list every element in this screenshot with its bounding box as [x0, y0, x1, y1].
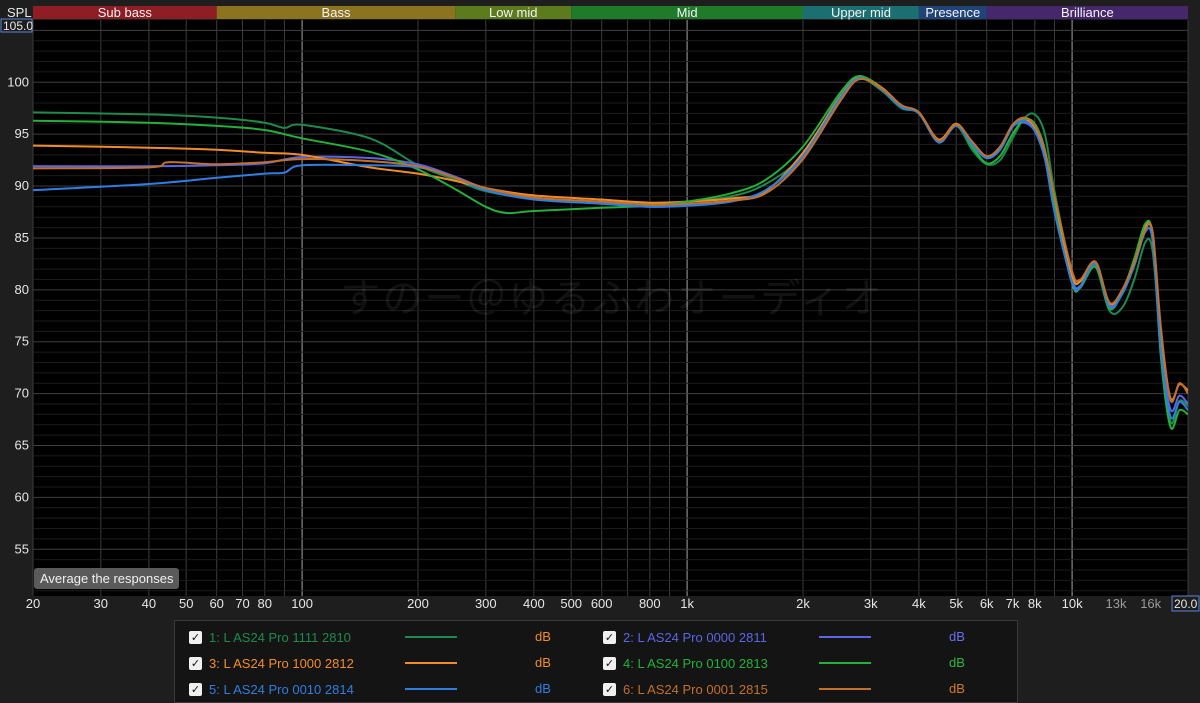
y-tick-100: 100 [7, 74, 29, 89]
watermark: すのー＠ゆるふわオーディオ [340, 277, 883, 321]
x-tick-30: 30 [94, 596, 108, 611]
x-tick-60: 60 [209, 596, 223, 611]
y-axis-top-value[interactable]: 105.0 [0, 18, 33, 33]
frequency-bands: Sub bass Bass Low mid Mid Upper mid Presence B… [33, 5, 1188, 20]
legend-item-6: ✓ 6: L AS24 Pro 0001 2815 dB [603, 679, 1013, 699]
legend-unit-6: dB [949, 681, 965, 696]
legend-swatch-3 [405, 662, 457, 664]
legend-checkbox-2[interactable]: ✓ [603, 630, 616, 644]
frequency-response-chart: Sub bass Bass Low mid Mid Upper mid Presence B… [0, 0, 1200, 616]
x-tick-7k: 7k [1006, 596, 1020, 611]
legend-unit-2: dB [949, 629, 965, 644]
y-tick-90: 90 [15, 178, 29, 193]
legend-item-3: ✓ 3: L AS24 Pro 1000 2812 dB [189, 653, 599, 673]
legend-checkbox-1[interactable]: ✓ [189, 630, 202, 644]
legend-unit-5: dB [535, 681, 551, 696]
legend-swatch-4 [819, 662, 871, 664]
band-label-2: Bass [322, 5, 351, 20]
band-label-6: Presence [925, 5, 980, 20]
x-tick-600: 600 [591, 596, 613, 611]
x-tick-5k: 5k [949, 596, 963, 611]
x-tick-50: 50 [179, 596, 193, 611]
band-label-1: Sub bass [98, 5, 153, 20]
x-tick-800: 800 [639, 596, 661, 611]
y-tick-95: 95 [15, 126, 29, 141]
x-tick-400: 400 [523, 596, 545, 611]
x-tick-20: 20 [26, 596, 40, 611]
legend-swatch-5 [405, 688, 457, 690]
legend-item-5: ✓ 5: L AS24 Pro 0010 2814 dB [189, 679, 599, 699]
x-tick-100: 100 [291, 596, 313, 611]
x-tick-2k: 2k [796, 596, 810, 611]
y-tick-70: 70 [15, 386, 29, 401]
x-tick-4k: 4k [912, 596, 926, 611]
y-axis-top-value-text: 105.0 [3, 19, 33, 33]
legend-checkbox-6[interactable]: ✓ [603, 682, 616, 696]
y-tick-75: 75 [15, 334, 29, 349]
x-tick-10k: 10k [1062, 596, 1083, 611]
y-tick-85: 85 [15, 230, 29, 245]
x-tick-70: 70 [235, 596, 249, 611]
y-tick-65: 65 [15, 438, 29, 453]
y-tick-60: 60 [15, 489, 29, 504]
x-tick-8k: 8k [1028, 596, 1042, 611]
legend-unit-3: dB [535, 655, 551, 670]
legend-unit-4: dB [949, 655, 965, 670]
legend-checkbox-4[interactable]: ✓ [603, 656, 616, 670]
x-tick-40: 40 [142, 596, 156, 611]
x-axis-right-value-text: 20.0 [1174, 597, 1198, 611]
x-tick-300: 300 [475, 596, 497, 611]
y-axis-label: SPL [7, 5, 32, 20]
band-label-5: Upper mid [831, 5, 891, 20]
legend-item-4: ✓ 4: L AS24 Pro 0100 2813 dB [603, 653, 1013, 673]
band-label-7: Brilliance [1061, 5, 1114, 20]
legend-label-5: 5: L AS24 Pro 0010 2814 [209, 681, 354, 697]
legend-unit-1: dB [535, 629, 551, 644]
y-tick-55: 55 [15, 541, 29, 556]
legend-swatch-1 [405, 636, 457, 638]
legend-label-2: 2: L AS24 Pro 0000 2811 [623, 629, 767, 645]
x-tick-3k: 3k [864, 596, 878, 611]
band-label-4: Mid [677, 5, 698, 20]
legend-swatch-2 [819, 636, 871, 638]
x-tick-16k: 16k [1140, 596, 1161, 611]
legend-label-1: 1: L AS24 Pro 1111 2810 [209, 629, 351, 645]
average-responses-button[interactable]: Average the responses [34, 568, 180, 589]
x-tick-500: 500 [560, 596, 582, 611]
legend-swatch-6 [819, 688, 871, 690]
x-tick-80: 80 [258, 596, 272, 611]
legend-checkbox-5[interactable]: ✓ [189, 682, 202, 696]
legend-label-4: 4: L AS24 Pro 0100 2813 [623, 655, 768, 671]
x-tick-200: 200 [407, 596, 429, 611]
legend-item-2: ✓ 2: L AS24 Pro 0000 2811 dB [603, 627, 1013, 647]
legend-label-6: 6: L AS24 Pro 0001 2815 [623, 681, 768, 697]
x-axis-right-value[interactable]: 20.0 [1171, 595, 1200, 612]
legend-checkbox-3[interactable]: ✓ [189, 656, 202, 670]
x-tick-13k: 13k [1105, 596, 1126, 611]
legend-label-3: 3: L AS24 Pro 1000 2812 [209, 655, 354, 671]
band-label-3: Low mid [489, 5, 537, 20]
y-tick-80: 80 [15, 282, 29, 297]
x-tick-6k: 6k [980, 596, 994, 611]
legend-panel: ✓ 1: L AS24 Pro 1111 2810 dB ✓ 2: L AS24 Pro… [174, 620, 1018, 703]
legend-item-1: ✓ 1: L AS24 Pro 1111 2810 dB [189, 627, 599, 647]
x-tick-1k: 1k [680, 596, 694, 611]
